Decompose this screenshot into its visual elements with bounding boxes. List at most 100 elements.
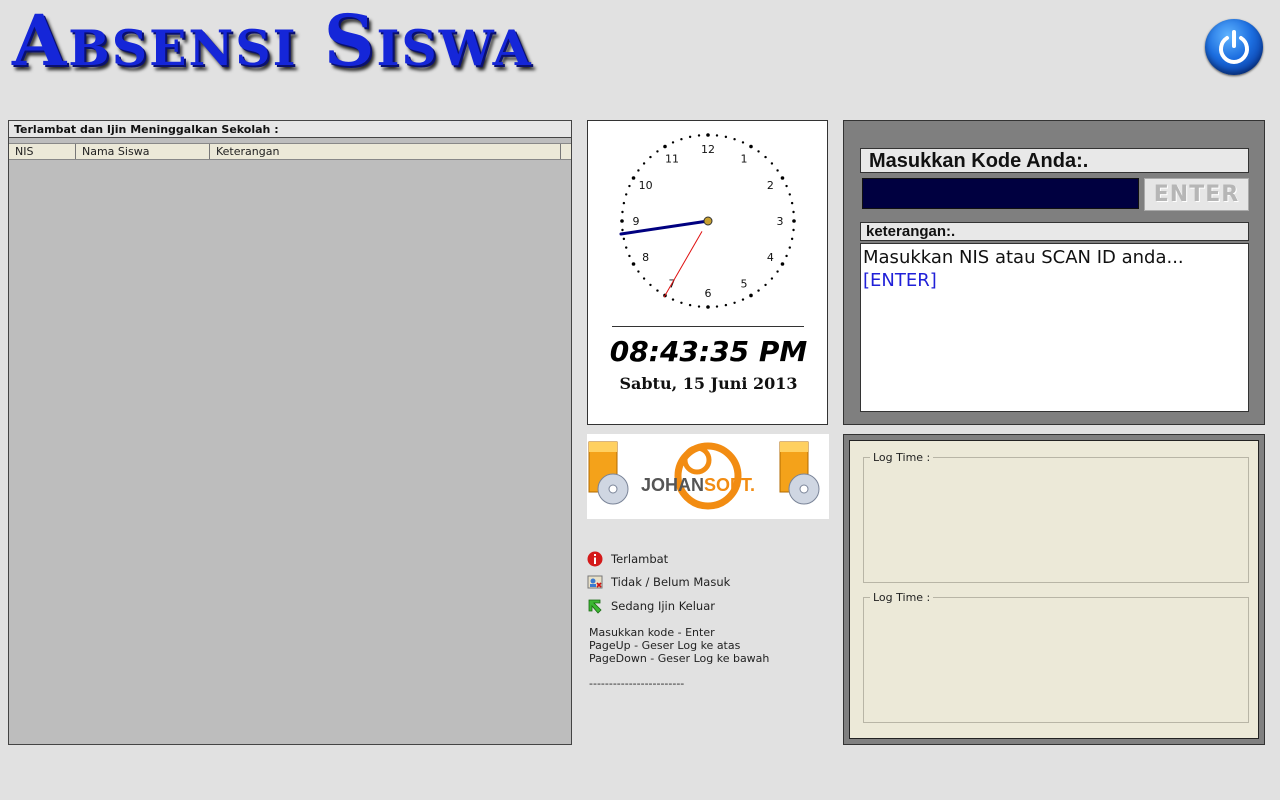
person-x-icon	[587, 575, 603, 589]
legend-label: Tidak / Belum Masuk	[611, 575, 731, 589]
clock-tick	[788, 193, 791, 196]
keterangan-label: keterangan:.	[860, 222, 1249, 241]
clock-tick	[715, 134, 719, 137]
clock-tick	[733, 301, 736, 304]
clock-number: 1	[741, 153, 748, 166]
clock-tick	[788, 246, 791, 249]
info-red-icon	[587, 551, 603, 567]
legend-label: Sedang Ijin Keluar	[611, 599, 715, 613]
clock-number: 8	[642, 251, 649, 264]
clock-tick	[649, 155, 652, 159]
green-arrow-icon	[588, 599, 602, 614]
late-permission-panel: Terlambat dan Ijin Meninggalkan Sekolah …	[8, 120, 572, 745]
clock-tick	[688, 303, 692, 307]
log-time-box: Log Time :	[863, 451, 1249, 583]
clock-tick	[637, 270, 640, 273]
code-label: Masukkan Kode Anda:.	[860, 148, 1249, 173]
column-header-filler	[561, 144, 571, 159]
code-input[interactable]	[862, 178, 1139, 209]
second-hand	[663, 231, 703, 298]
analog-clock: 121234567891011	[619, 133, 796, 309]
clock-number: 6	[705, 287, 712, 300]
legend-label: Terlambat	[611, 552, 669, 566]
clock-tick	[628, 254, 631, 258]
clock-tick	[656, 289, 659, 292]
hotkey-help: Masukkan kode - Enter PageUp - Geser Log…	[589, 626, 770, 665]
clock-tick	[671, 141, 675, 144]
clock-tick	[792, 219, 796, 223]
clock-tick	[770, 162, 774, 165]
clock-tick	[776, 169, 779, 172]
clock-tick	[792, 210, 795, 214]
clock-number: 11	[665, 153, 679, 166]
clock-center-pin	[703, 216, 713, 226]
clock-number: 3	[777, 215, 784, 228]
clock-tick	[706, 133, 710, 137]
log-time-legend: Log Time :	[870, 591, 934, 604]
clock-tick	[757, 150, 760, 153]
clock-tick	[790, 201, 794, 205]
date-label: Sabtu, 15 Juni 2013	[619, 374, 798, 393]
column-header-keterangan[interactable]: Keterangan	[210, 144, 561, 159]
keterangan-message: Masukkan NIS atau SCAN ID anda...	[863, 247, 1184, 268]
app-title: Absensi Siswa	[12, 0, 533, 82]
logo-wordmark: JOHANSOFT.	[641, 475, 755, 496]
clock-number: 2	[767, 179, 774, 192]
clock-number: 5	[741, 277, 748, 290]
clock-tick	[621, 228, 624, 232]
late-panel-caption: Terlambat dan Ijin Meninggalkan Sekolah …	[9, 121, 571, 138]
clock-tick	[792, 228, 795, 232]
column-header-nama-siswa[interactable]: Nama Siswa	[76, 144, 210, 159]
clock-tick	[749, 293, 753, 298]
power-icon	[1219, 30, 1249, 64]
clock-tick	[785, 254, 788, 258]
clock-tick	[697, 305, 701, 308]
clock-tick	[649, 283, 652, 287]
late-table-header: NIS Nama Siswa Keterangan	[9, 143, 571, 160]
clock-tick	[770, 277, 774, 280]
clock-number: 9	[633, 215, 640, 228]
log-panel: Log Time : Log Time :	[843, 434, 1265, 745]
clock-tick	[663, 144, 667, 149]
clock-tick	[785, 184, 788, 188]
clock-tick	[741, 141, 745, 144]
clock-tick	[637, 169, 640, 172]
clock-tick	[688, 135, 692, 139]
enter-button[interactable]: ENTER	[1144, 178, 1249, 211]
clock-tick	[749, 144, 753, 149]
clock-tick	[724, 303, 728, 307]
clock-tick	[631, 262, 636, 266]
legend-item-tidak-masuk: Tidak / Belum Masuk	[587, 573, 827, 591]
clock-tick	[631, 176, 636, 180]
clock-tick	[621, 210, 624, 214]
johansoft-logo-banner: JOHANSOFT.	[587, 434, 829, 519]
clock-tick	[724, 135, 728, 139]
column-header-nis[interactable]: NIS	[9, 144, 76, 159]
clock-tick	[780, 262, 785, 266]
logo-brand-part1: JOHAN	[641, 475, 705, 495]
clock-tick	[642, 277, 646, 280]
clock-number: 4	[767, 251, 774, 264]
clock-tick	[764, 155, 767, 159]
clock-tick	[780, 176, 785, 180]
clock-divider	[612, 326, 804, 327]
clock-number: 12	[701, 143, 715, 156]
keterangan-enter-hint: [ENTER]	[863, 270, 937, 291]
clock-tick	[625, 193, 628, 196]
clock-tick	[671, 298, 675, 301]
clock-tick	[790, 237, 794, 241]
clock-number: 10	[639, 179, 653, 192]
clock-tick	[620, 219, 624, 223]
clock-tick	[642, 162, 646, 165]
keterangan-box: Masukkan NIS atau SCAN ID anda... [ENTER…	[860, 243, 1249, 412]
digital-time: 08:43:35 PM	[609, 335, 808, 368]
clock-tick	[733, 138, 736, 141]
clock-tick	[680, 301, 683, 304]
minute-hand	[637, 220, 709, 233]
clock-tick	[697, 134, 701, 137]
clock-tick	[776, 270, 779, 273]
power-button[interactable]	[1205, 19, 1263, 75]
clock-tick	[656, 150, 659, 153]
clock-tick	[625, 246, 628, 249]
clock-tick	[706, 305, 710, 309]
